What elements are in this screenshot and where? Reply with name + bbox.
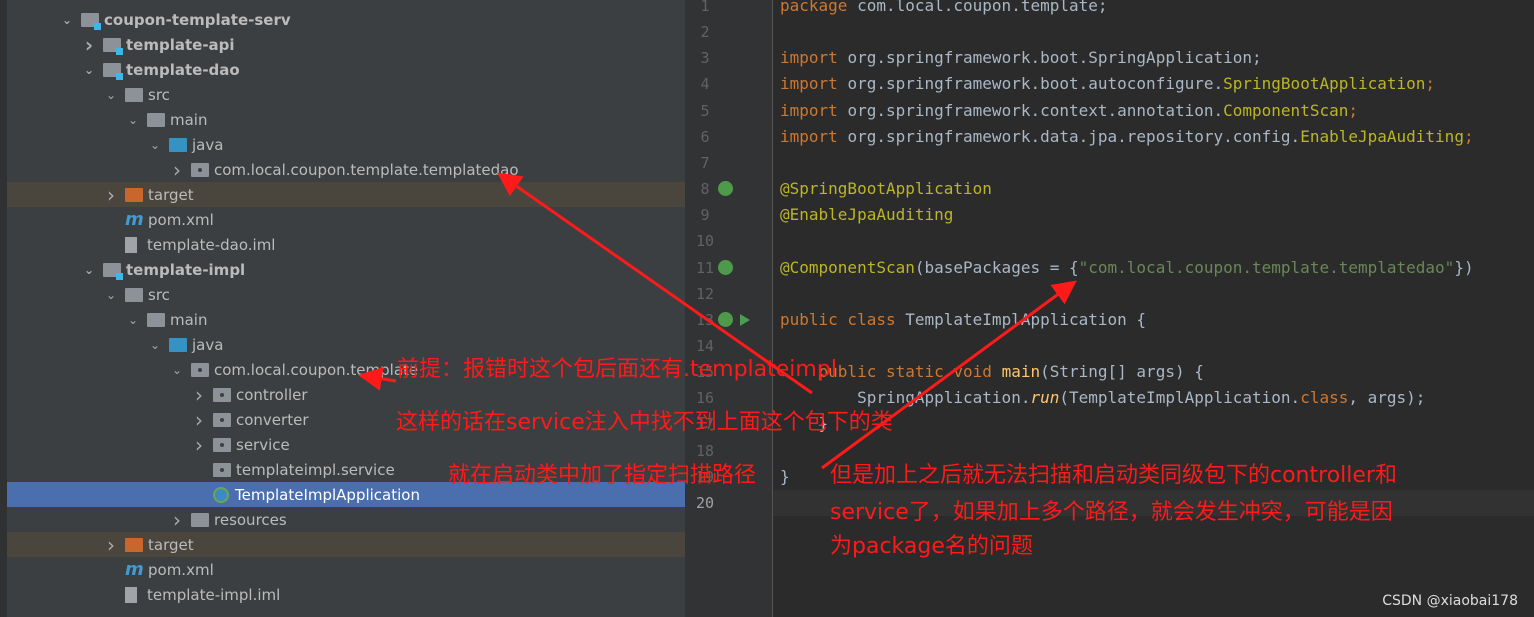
note-problem-3: 为package名的问题: [830, 534, 1033, 559]
note-problem-1: 但是加上之后就无法扫描和启动类同级包下的controller和: [830, 463, 1397, 488]
note-action: 就在启动类中加了指定扫描路径: [448, 463, 757, 488]
note-consequence: 这样的话在service注入中找不到上面这个包下的类: [396, 410, 893, 435]
note-problem-2: service了，如果加上多个路径，就会发生冲突，可能是因: [830, 500, 1393, 525]
arrow-to-template-package: [358, 366, 397, 391]
note-premise: 前提：报错时这个包后面还有.templateimpl: [397, 357, 837, 382]
arrow-to-component-scan: [821, 280, 1077, 470]
watermark: CSDN @xiaobai178: [1382, 593, 1518, 609]
